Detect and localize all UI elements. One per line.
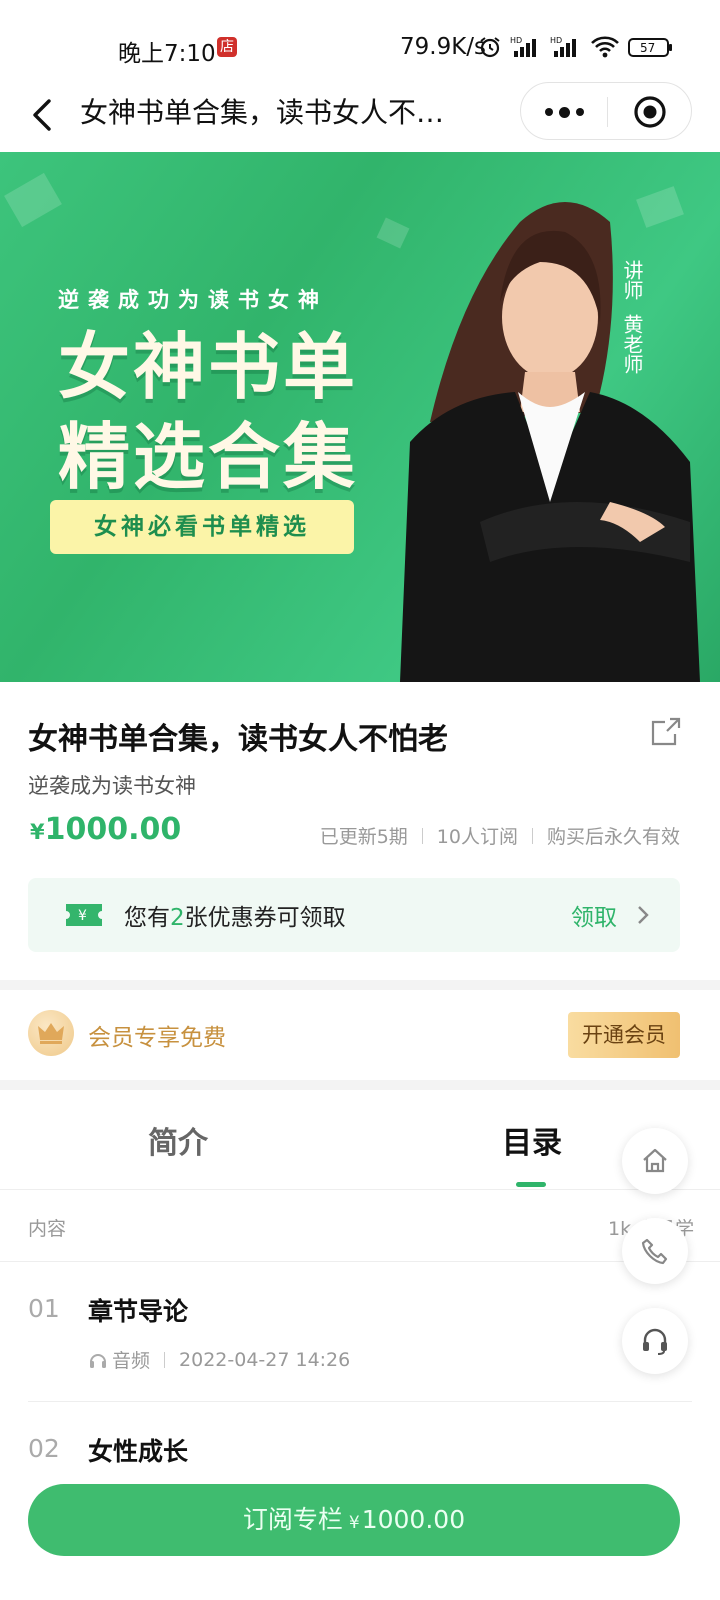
wifi-icon <box>591 36 619 58</box>
chevron-right-icon <box>638 906 649 924</box>
price-value: 1000.00 <box>44 812 182 847</box>
headphones-icon <box>90 1353 106 1368</box>
decor-paper <box>4 172 62 228</box>
home-button[interactable] <box>622 1128 688 1194</box>
crown-icon <box>38 1023 64 1044</box>
more-dot-icon <box>544 108 553 116</box>
course-title: 女神书单合集，读书女人不怕老 <box>28 722 448 757</box>
section-separator <box>0 1080 720 1090</box>
svg-text:HD: HD <box>550 36 562 45</box>
price-currency: ¥ <box>30 820 45 844</box>
banner-headline-line2: 精选合集 <box>58 415 359 499</box>
coupon-count: 2 <box>170 905 185 931</box>
coupon-ticket-icon: ¥ <box>66 904 102 926</box>
page-title: 女神书单合集，读书女人不… <box>80 96 445 129</box>
home-icon <box>643 1148 667 1173</box>
target-icon <box>634 96 666 128</box>
catalog-item[interactable]: 01 章节导论 音频 2022-04-27 14:26 <box>28 1262 692 1402</box>
teacher-portrait <box>400 202 700 682</box>
banner-pill: 女神必看书单精选 <box>50 500 354 554</box>
meta-validity: 购买后永久有效 <box>546 826 680 848</box>
course-subtitle: 逆袭成为读书女神 <box>28 774 196 798</box>
meta-subscribers: 10人订阅 <box>436 826 518 848</box>
more-dot-icon <box>575 108 584 116</box>
course-price: ¥1000.00 <box>30 812 181 847</box>
banner-headline: 女神书单 精选合集 <box>58 322 358 502</box>
bottom-bar: 订阅专栏 ¥1000.00 <box>0 1470 720 1600</box>
status-icons: HD HD 57 <box>478 32 674 62</box>
share-icon <box>651 717 681 746</box>
crown-badge <box>28 1010 74 1056</box>
coupon-text-prefix: 您有 <box>124 905 170 931</box>
network-speed: 79.9K/s <box>400 34 487 60</box>
item-date: 2022-04-27 14:26 <box>179 1348 351 1371</box>
status-shop-badge: 店 <box>217 37 237 57</box>
svg-text:57: 57 <box>640 41 655 55</box>
coupon-bar[interactable]: ¥ 您有2张优惠券可领取 领取 <box>28 878 680 952</box>
share-button[interactable] <box>650 716 682 748</box>
course-banner[interactable]: 逆袭成功为读书女神 女神书单 精选合集 女神必看书单精选 讲师 黄老师 <box>0 152 720 682</box>
section-separator <box>0 980 720 990</box>
banner-headline-line1: 女神书单 <box>58 325 359 409</box>
alarm-icon <box>480 37 500 58</box>
close-miniprogram-button[interactable] <box>607 83 693 141</box>
customer-service-button[interactable] <box>622 1308 688 1374</box>
subscribe-currency: ¥ <box>348 1513 360 1533</box>
item-title: 女性成长 <box>88 1437 189 1466</box>
miniprogram-capsule <box>520 82 692 140</box>
coupon-text-suffix: 张优惠券可领取 <box>184 905 346 931</box>
teacher-name-text: 黄老师 <box>620 314 644 374</box>
back-button[interactable] <box>22 90 62 140</box>
back-arrow-icon <box>33 99 51 131</box>
catalog-header: 内容 1k 人已学 <box>0 1190 720 1262</box>
phone-icon <box>641 1238 668 1265</box>
teacher-label: 讲师 黄老师 <box>618 260 646 374</box>
item-meta: 音频 2022-04-27 14:26 <box>88 1346 350 1373</box>
banner-subline: 逆袭成功为读书女神 <box>58 288 328 312</box>
active-tab-indicator <box>516 1182 546 1187</box>
item-index: 01 <box>28 1294 60 1323</box>
phone-button[interactable] <box>622 1218 688 1284</box>
status-time: 晚上7:10 <box>118 41 216 67</box>
course-info: 女神书单合集，读书女人不怕老 逆袭成为读书女神 ¥1000.00 已更新5期 1… <box>0 682 720 980</box>
tab-intro[interactable]: 简介 <box>148 1118 208 1162</box>
tab-bar: 简介 目录 <box>0 1090 720 1190</box>
more-button[interactable] <box>521 83 607 141</box>
signal-hd-icon: HD <box>510 36 536 57</box>
svg-text:HD: HD <box>510 36 522 45</box>
coupon-text: 您有2张优惠券可领取 <box>124 898 346 932</box>
open-membership-button[interactable]: 开通会员 <box>568 1012 680 1058</box>
member-row: 会员专享免费 开通会员 <box>0 990 720 1080</box>
page: 晚上7:10 店 79.9K/s HD HD 57 女神书单合集，读书女人不… <box>0 0 720 1600</box>
battery-icon: 57 <box>628 38 672 57</box>
title-bar: 女神书单合集，读书女人不… <box>0 82 720 152</box>
item-index: 02 <box>28 1434 60 1463</box>
more-dot-icon <box>558 106 570 118</box>
subscribe-label: 订阅专栏 <box>242 1505 343 1534</box>
status-bar: 晚上7:10 店 79.9K/s HD HD 57 <box>0 0 720 90</box>
signal-hd-2-icon: HD <box>550 36 576 57</box>
catalog-header-label: 内容 <box>28 1218 67 1240</box>
teacher-label-text: 讲师 <box>620 260 644 300</box>
svg-text:¥: ¥ <box>78 908 87 924</box>
course-meta: 已更新5期 10人订阅 购买后永久有效 <box>320 822 680 849</box>
tab-catalog[interactable]: 目录 <box>502 1118 562 1162</box>
headset-icon <box>643 1328 667 1355</box>
item-title: 章节导论 <box>88 1297 189 1326</box>
subscribe-price: 1000.00 <box>361 1505 466 1534</box>
member-text: 会员专享免费 <box>88 1025 226 1051</box>
meta-updates: 已更新5期 <box>319 826 408 848</box>
coupon-claim-link[interactable]: 领取 <box>571 898 617 932</box>
subscribe-button[interactable]: 订阅专栏 ¥1000.00 <box>28 1484 680 1556</box>
item-type: 音频 <box>112 1350 151 1372</box>
